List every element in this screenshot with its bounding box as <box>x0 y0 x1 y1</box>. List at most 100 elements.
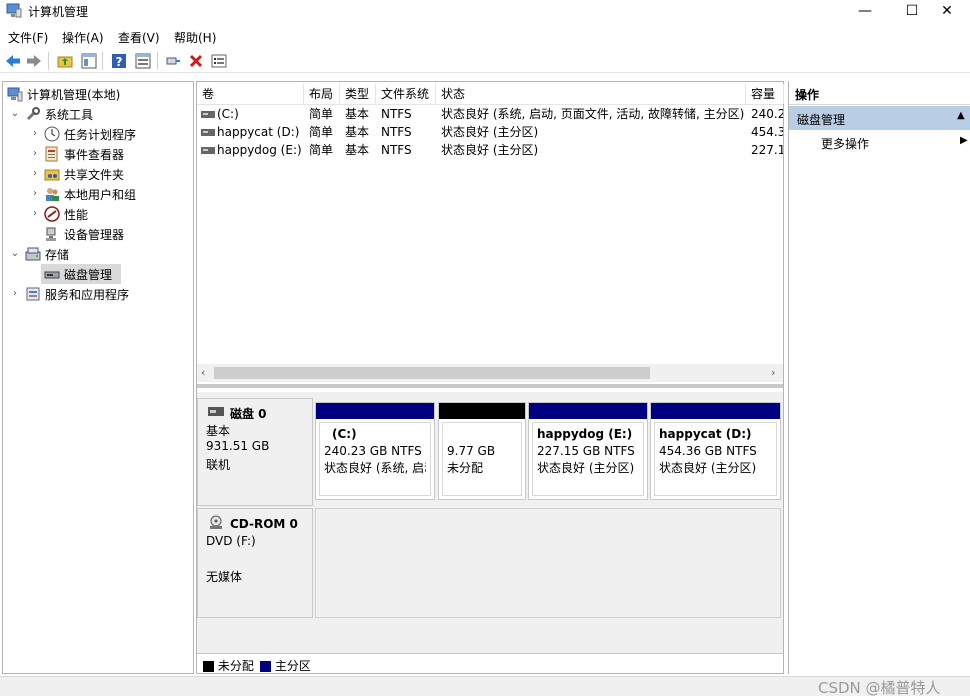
legend-label: 未分配 <box>217 659 254 673</box>
performance-icon <box>44 206 60 222</box>
cell-type: 基本 <box>345 107 370 121</box>
legend-label: 主分区 <box>274 659 311 673</box>
cell-type: 基本 <box>345 143 370 157</box>
partition-bar <box>439 403 525 419</box>
tree-item-services-apps[interactable]: 服务和应用程序 <box>25 284 129 304</box>
tree-item-label: 性能 <box>64 207 89 222</box>
disk-0-label[interactable]: 磁盘 0 基本 931.51 GB 联机 <box>197 398 313 506</box>
partition-size: 227.15 GB NTFS <box>537 444 635 458</box>
cdrom-media-area[interactable] <box>315 508 781 618</box>
show-hide-console-tree-button[interactable] <box>79 51 99 71</box>
disk-size: 931.51 GB <box>206 439 270 453</box>
partition-c[interactable]: (C:) 240.23 GB NTFS 状态良好 (系统, 启动 <box>315 402 435 500</box>
minimize-button[interactable]: — <box>842 0 888 22</box>
cell-type: 基本 <box>345 125 370 139</box>
scroll-right-icon[interactable]: › <box>771 366 775 379</box>
chevron-right-icon[interactable]: › <box>30 169 40 179</box>
cell-filesystem: NTFS <box>381 107 412 121</box>
partition-e[interactable]: happydog (E:) 227.15 GB NTFS 状态良好 (主分区) <box>528 402 648 500</box>
cell-capacity: 240.2 <box>751 107 783 121</box>
connect-button[interactable] <box>163 51 183 71</box>
partition-status: 未分配 <box>447 461 484 475</box>
back-button[interactable] <box>3 51 23 71</box>
drive-icon <box>201 147 215 154</box>
up-folder-button[interactable] <box>55 51 75 71</box>
cdrom-media: 无媒体 <box>206 570 243 584</box>
chevron-down-icon[interactable]: ⌄ <box>10 249 20 259</box>
column-header-filesystem[interactable]: 文件系统 <box>376 84 436 104</box>
chevron-right-icon[interactable]: › <box>30 149 40 159</box>
forward-button[interactable] <box>24 51 44 71</box>
menu-view[interactable]: 查看(V) <box>118 29 160 46</box>
tree-item-device-manager[interactable]: 设备管理器 <box>44 224 124 244</box>
menu-help[interactable]: 帮助(H) <box>174 29 216 46</box>
column-header-layout[interactable]: 布局 <box>304 84 340 104</box>
disk-name: 磁盘 0 <box>230 407 267 421</box>
partition-status: 状态良好 (系统, 启动 <box>324 461 426 475</box>
partition-unallocated[interactable]: 9.77 GB 未分配 <box>438 402 526 500</box>
arrow-left-icon <box>6 55 20 67</box>
cell-layout: 简单 <box>309 107 334 121</box>
tree-item-label: 事件查看器 <box>64 147 125 162</box>
console-tree-icon <box>81 53 97 69</box>
menu-file[interactable]: 文件(F) <box>8 29 48 46</box>
chevron-right-icon[interactable]: › <box>30 209 40 219</box>
horizontal-scrollbar[interactable]: ‹ › <box>197 364 783 382</box>
cell-volume: happydog (E:) <box>217 143 302 157</box>
chevron-right-icon[interactable]: › <box>30 129 40 139</box>
tree-item-label: 计算机管理(本地) <box>27 87 121 102</box>
close-icon: ✕ <box>941 3 953 19</box>
window-title: 计算机管理 <box>28 5 89 19</box>
properties-icon <box>135 53 151 69</box>
cell-volume: happycat (D:) <box>217 125 300 139</box>
chevron-right-icon[interactable]: › <box>30 189 40 199</box>
tree-item-disk-management[interactable]: 磁盘管理 <box>41 264 121 284</box>
column-header-volume[interactable]: 卷 <box>197 84 304 104</box>
tree-item-shared-folders[interactable]: 共享文件夹 <box>44 164 124 184</box>
tree-item-storage[interactable]: 存储 <box>25 244 69 264</box>
tree-item-system-tools[interactable]: 系统工具 <box>25 104 93 124</box>
chevron-down-icon[interactable]: ⌄ <box>10 109 20 119</box>
more-actions-label: 更多操作 <box>821 137 870 151</box>
tree-item-label: 系统工具 <box>45 107 94 122</box>
connect-icon <box>166 57 180 65</box>
tree-item-label: 设备管理器 <box>64 227 125 242</box>
actions-section-disk-management[interactable]: 磁盘管理 ▲ <box>789 106 970 130</box>
close-button[interactable]: ✕ <box>924 0 970 22</box>
cell-filesystem: NTFS <box>381 125 412 139</box>
chevron-right-icon[interactable]: › <box>10 289 20 299</box>
column-header-type[interactable]: 类型 <box>340 84 376 104</box>
cell-layout: 简单 <box>309 125 334 139</box>
tree-item-root[interactable]: 计算机管理(本地) <box>7 84 120 104</box>
menu-bar: 文件(F) 操作(A) 查看(V) 帮助(H) <box>0 26 970 48</box>
drive-icon <box>201 129 215 136</box>
scrollbar-thumb[interactable] <box>214 367 650 379</box>
tree-item-performance[interactable]: 性能 <box>44 204 88 224</box>
delete-button[interactable] <box>186 51 206 71</box>
partition-d[interactable]: happycat (D:) 454.36 GB NTFS 状态良好 (主分区) <box>650 402 781 500</box>
watermark: CSDN @橘普特人 <box>818 679 941 696</box>
tree-item-event-viewer[interactable]: 事件查看器 <box>44 144 124 164</box>
partition-status: 状态良好 (主分区) <box>537 461 635 475</box>
tree-item-local-users[interactable]: 本地用户和组 <box>44 184 136 204</box>
clock-icon <box>44 126 60 142</box>
partition-title: happycat (D:) <box>659 427 752 441</box>
tree-item-task-scheduler[interactable]: 任务计划程序 <box>44 124 136 144</box>
help-button[interactable]: ? <box>109 51 129 71</box>
cdrom-0-label[interactable]: CD-ROM 0 DVD (F:) 无媒体 <box>197 508 313 618</box>
collapse-up-icon[interactable]: ▲ <box>957 110 965 121</box>
column-header-capacity[interactable]: 容量 <box>746 84 784 104</box>
actions-section-label: 磁盘管理 <box>797 113 846 127</box>
minimize-icon: — <box>858 3 872 19</box>
partition-status: 状态良好 (主分区) <box>659 461 757 475</box>
tree-item-label: 本地用户和组 <box>64 187 137 202</box>
list-button[interactable] <box>209 51 229 71</box>
properties-button[interactable] <box>133 51 153 71</box>
tree-item-label: 服务和应用程序 <box>45 287 130 302</box>
more-actions-item[interactable]: 更多操作 ▶ <box>789 132 970 154</box>
scroll-left-icon[interactable]: ‹ <box>201 366 205 379</box>
tree-item-label: 任务计划程序 <box>64 127 137 142</box>
column-header-status[interactable]: 状态 <box>436 84 746 104</box>
menu-action[interactable]: 操作(A) <box>62 29 104 46</box>
partition-size: 240.23 GB NTFS <box>324 444 422 458</box>
